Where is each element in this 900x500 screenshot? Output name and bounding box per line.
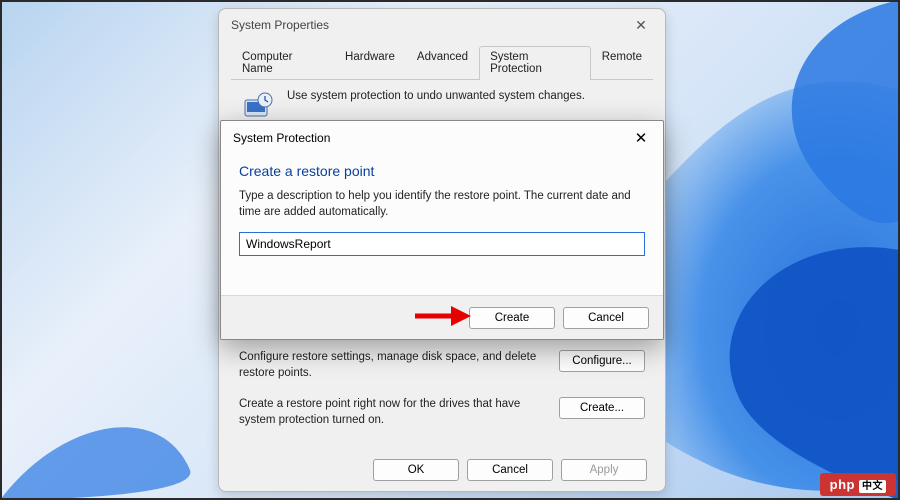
dialog-buttons: OK Cancel Apply: [373, 459, 647, 481]
configure-button[interactable]: Configure...: [559, 350, 645, 372]
tab-computer-name[interactable]: Computer Name: [231, 46, 334, 80]
apply-button[interactable]: Apply: [561, 459, 647, 481]
description-text: Use system protection to undo unwanted s…: [287, 90, 585, 102]
tab-remote[interactable]: Remote: [591, 46, 653, 80]
watermark: php 中文: [820, 473, 896, 496]
close-icon[interactable]: ✕: [627, 14, 655, 36]
tab-system-protection[interactable]: System Protection: [479, 46, 591, 80]
create-row: Create a restore point right now for the…: [219, 391, 665, 438]
titlebar: System Properties ✕: [219, 9, 665, 41]
create-button[interactable]: Create: [469, 307, 555, 329]
window-title: System Properties: [231, 18, 627, 32]
dialog-heading: Create a restore point: [239, 157, 645, 189]
dialog-titlebar: System Protection ✕: [221, 121, 663, 153]
dialog-title: System Protection: [233, 131, 627, 145]
ok-button[interactable]: OK: [373, 459, 459, 481]
cancel-button[interactable]: Cancel: [563, 307, 649, 329]
cancel-button[interactable]: Cancel: [467, 459, 553, 481]
create-restore-point-button[interactable]: Create...: [559, 397, 645, 419]
tab-advanced[interactable]: Advanced: [406, 46, 479, 80]
tab-hardware[interactable]: Hardware: [334, 46, 406, 80]
configure-row: Configure restore settings, manage disk …: [219, 344, 665, 391]
configure-text: Configure restore settings, manage disk …: [239, 350, 549, 381]
restore-point-name-input[interactable]: [239, 232, 645, 256]
watermark-text: php: [830, 477, 855, 492]
close-icon[interactable]: ✕: [627, 127, 655, 149]
dialog-instruction: Type a description to help you identify …: [239, 189, 645, 232]
dialog-body: Create a restore point Type a descriptio…: [221, 153, 663, 256]
system-protection-dialog: System Protection ✕ Create a restore poi…: [220, 120, 664, 340]
system-protection-icon: [241, 90, 275, 124]
dialog-footer: Create Cancel: [221, 295, 663, 339]
tab-strip: Computer Name Hardware Advanced System P…: [231, 45, 653, 80]
create-text: Create a restore point right now for the…: [239, 397, 549, 428]
watermark-cn: 中文: [859, 480, 886, 493]
